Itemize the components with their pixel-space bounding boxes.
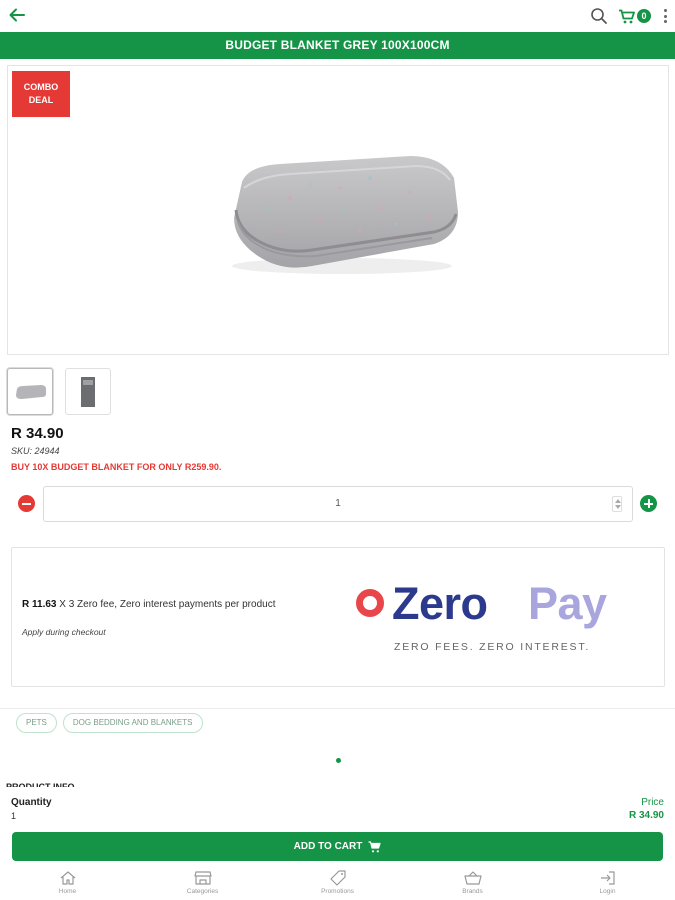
zeropay-installment-amount: R 11.63 (22, 599, 57, 610)
thumbnail-packaging[interactable] (65, 368, 111, 415)
thumbnail-blanket[interactable] (7, 368, 53, 415)
zeropay-installment-text: R 11.63 X 3 Zero fee, Zero interest paym… (22, 599, 275, 610)
nav-categories[interactable]: Categories (135, 866, 270, 900)
top-actions: 0 (590, 6, 667, 26)
nav-login-label: Login (599, 888, 616, 895)
zeropay-ring-icon (356, 589, 384, 617)
nav-home-label: Home (58, 888, 77, 895)
zeropay-logo: Zero Pay ZERO FEES. ZERO INTEREST. (356, 578, 636, 654)
plus-icon[interactable] (640, 495, 657, 512)
quantity-label: Quantity (11, 797, 52, 808)
nav-categories-label: Categories (186, 888, 219, 895)
minus-icon[interactable] (18, 495, 35, 512)
zeropay-card: R 11.63 X 3 Zero fee, Zero interest paym… (11, 547, 665, 687)
store-icon (193, 871, 212, 885)
kebab-menu-icon[interactable] (663, 9, 667, 23)
arrow-left-icon[interactable] (8, 6, 26, 24)
category-tags: PETS DOG BEDDING AND BLANKETS (16, 713, 209, 733)
nav-promotions[interactable]: Promotions (270, 866, 405, 900)
zeropay-logo-zero: Zero (392, 578, 488, 629)
nav-brands-label: Brands (462, 888, 483, 895)
quantity-value: 1 (335, 498, 341, 509)
bottom-nav: Home Categories Promotions Brands Login (0, 866, 675, 900)
product-price: R 34.90 (11, 425, 64, 442)
quantity-spinner[interactable] (612, 496, 622, 512)
nav-login[interactable]: Login (540, 866, 675, 900)
add-to-cart-button[interactable]: ADD TO CART (12, 832, 663, 861)
zeropay-tagline: ZERO FEES. ZERO INTEREST. (394, 641, 591, 653)
nav-home[interactable]: Home (0, 866, 135, 900)
product-image (232, 156, 458, 274)
blanket-thumbnail-image (16, 385, 46, 399)
quantity-input[interactable]: 1 (43, 486, 633, 522)
search-icon[interactable] (590, 7, 608, 25)
page-title: BUDGET BLANKET GREY 100X100CM (0, 32, 675, 59)
nav-promotions-label: Promotions (321, 888, 354, 895)
price-label: Price (641, 797, 664, 808)
zeropay-note: Apply during checkout (22, 627, 106, 637)
login-icon (600, 871, 615, 885)
thumbnail-strip (7, 368, 123, 415)
price-summary-value: R 34.90 (628, 810, 664, 821)
divider (0, 708, 675, 709)
nav-brands[interactable]: Brands (405, 866, 540, 900)
product-sku: SKU: 24944 (11, 446, 60, 456)
product-image-card[interactable]: COMBO DEAL (7, 65, 669, 355)
cart-icon (368, 840, 381, 852)
top-app-bar: 0 (0, 0, 675, 32)
quantity-summary-value: 1 (11, 811, 17, 821)
zeropay-installment-desc: X 3 Zero fee, Zero interest payments per… (56, 599, 276, 610)
cart-button[interactable]: 0 (618, 9, 651, 24)
tag-icon (329, 870, 346, 886)
tag-pets[interactable]: PETS (16, 713, 57, 733)
home-icon (60, 871, 75, 885)
cart-icon (619, 9, 635, 23)
pager-dot (336, 758, 341, 763)
add-to-cart-label: ADD TO CART (293, 841, 363, 852)
promo-text: BUY 10X BUDGET BLANKET FOR ONLY R259.90. (11, 462, 222, 472)
tag-dog-bedding[interactable]: DOG BEDDING AND BLANKETS (62, 713, 203, 733)
zeropay-logo-pay: Pay (528, 578, 607, 629)
packaging-thumbnail-image (81, 377, 95, 407)
basket-icon (463, 871, 482, 885)
cart-count-badge: 0 (637, 9, 651, 23)
combo-deal-badge: COMBO DEAL (12, 71, 70, 117)
quantity-stepper: 1 (18, 486, 658, 522)
